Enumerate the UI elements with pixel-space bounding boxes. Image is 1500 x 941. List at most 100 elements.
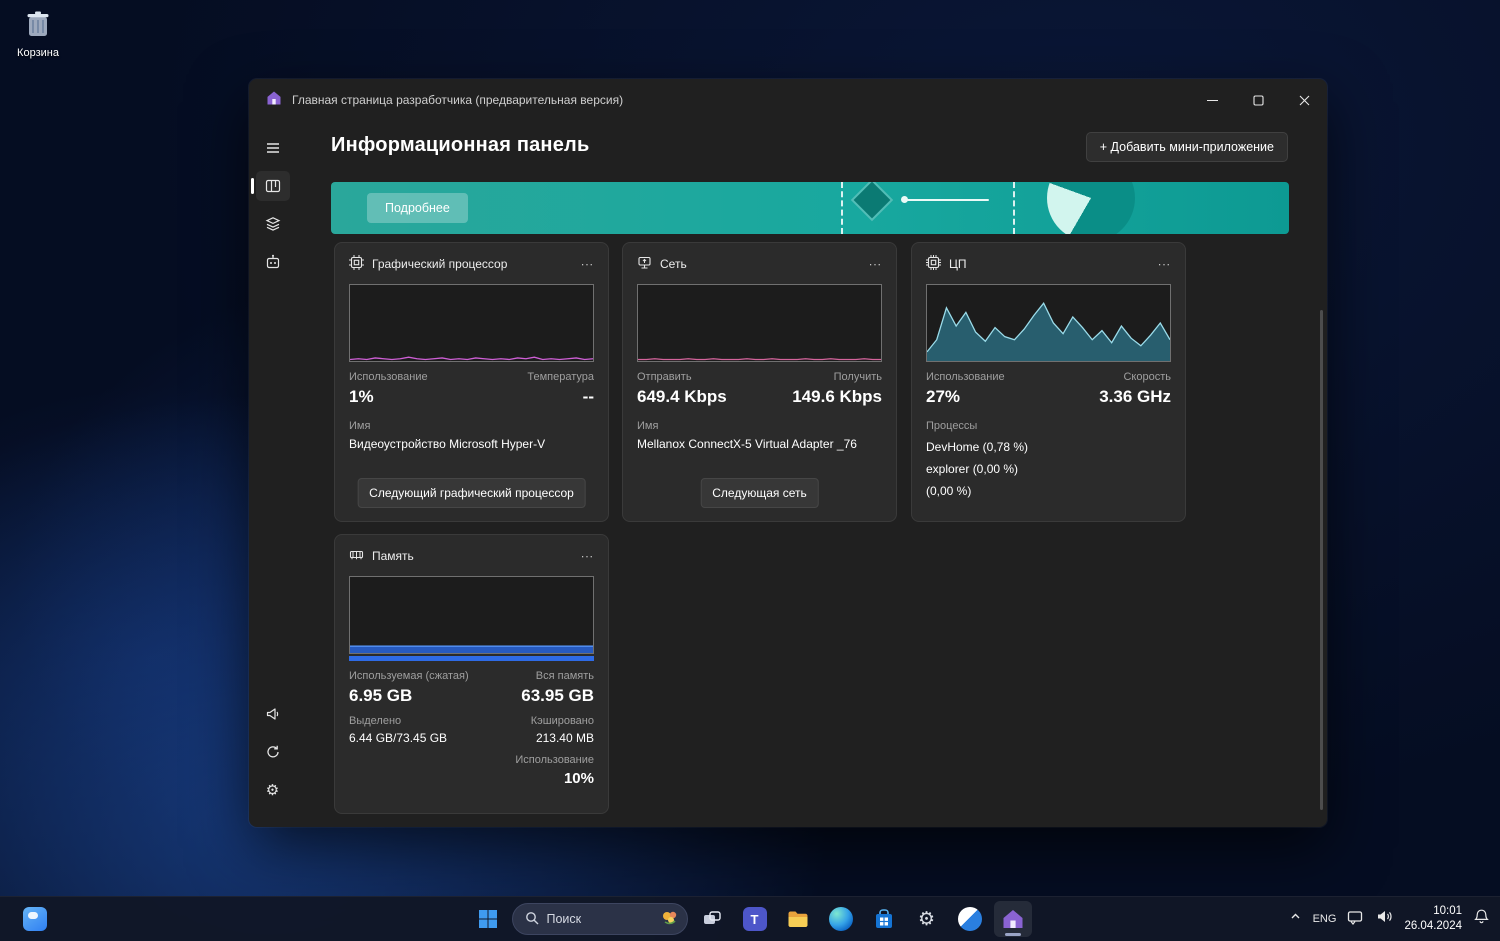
network-sparkline	[638, 285, 881, 361]
touch-keyboard-icon[interactable]	[1347, 909, 1365, 930]
windows-logo-icon	[478, 910, 497, 928]
tray-date: 26.04.2024	[1404, 920, 1462, 932]
widgets-button[interactable]	[16, 901, 54, 937]
app-button[interactable]	[951, 901, 989, 937]
sidebar-item-dashboard[interactable]	[250, 171, 290, 201]
memory-used-value: 6.95 GB	[349, 686, 413, 705]
language-indicator[interactable]: ENG	[1313, 913, 1337, 925]
desktop: { "desktop": { "recycle_bin_label": "Кор…	[0, 0, 1500, 941]
network-widget-title: Сеть	[660, 257, 687, 271]
network-recv-value: 149.6 Kbps	[792, 387, 882, 406]
banner-decoration-diamond	[853, 182, 891, 219]
cpu-process-item: explorer (0,00 %)	[926, 462, 1019, 476]
cpu-chart	[926, 284, 1171, 362]
network-more-menu-button[interactable]: ∙∙∙	[869, 258, 882, 270]
cpu-processes-label: Процессы	[926, 420, 978, 432]
next-network-button[interactable]: Следующая сеть	[700, 478, 819, 508]
settings-app-button[interactable]: ⚙	[908, 901, 946, 937]
task-view-icon	[703, 911, 721, 924]
network-chart	[637, 284, 882, 362]
gpu-name-label: Имя	[349, 420, 371, 432]
memory-icon	[349, 547, 364, 565]
cpu-process-item: (0,00 %)	[926, 484, 972, 498]
network-recv-label: Получить	[833, 371, 882, 383]
teams-icon: T	[742, 907, 767, 931]
details-button[interactable]: Подробнее	[367, 193, 468, 223]
settings-gear-icon: ⚙	[917, 908, 936, 930]
tray-time: 10:01	[1433, 905, 1462, 918]
teams-button[interactable]: T	[736, 901, 774, 937]
file-explorer-button[interactable]	[779, 901, 817, 937]
add-widget-button[interactable]: + Добавить мини-приложение	[1085, 132, 1288, 162]
network-widget: Сеть ∙∙∙ Отправить Получить 649.4 Kbps 1…	[622, 242, 897, 522]
search-seasonal-icon	[659, 907, 681, 932]
sidebar-item-extensions[interactable]	[256, 247, 290, 277]
banner-dashed-line	[1013, 182, 1015, 234]
cpu-more-menu-button[interactable]: ∙∙∙	[1158, 258, 1171, 270]
memory-total-value: 63.95 GB	[521, 686, 594, 705]
network-send-label: Отправить	[637, 371, 692, 383]
search-icon	[525, 911, 539, 928]
gpu-temp-value: --	[582, 387, 594, 406]
devhome-logo-icon	[266, 90, 282, 111]
settings-button[interactable]: ⚙	[256, 775, 290, 805]
gear-icon: ⚙	[265, 781, 280, 799]
search-placeholder: Поиск	[546, 912, 582, 926]
memory-cached-value: 213.40 MB	[535, 731, 594, 745]
memory-cached-label: Кэшировано	[530, 715, 594, 727]
memory-committed-label: Выделено	[349, 715, 402, 727]
promo-banner: Подробнее	[331, 182, 1289, 234]
taskbar-search[interactable]: Поиск	[511, 903, 688, 935]
task-view-button[interactable]	[693, 901, 731, 937]
folder-icon	[788, 911, 807, 927]
recycle-bin[interactable]: Корзина	[10, 8, 66, 59]
store-button[interactable]	[865, 901, 903, 937]
menu-button[interactable]	[256, 133, 290, 163]
maximize-button[interactable]	[1235, 79, 1281, 121]
close-button[interactable]	[1281, 79, 1327, 121]
edge-button[interactable]	[822, 901, 860, 937]
start-button[interactable]	[469, 901, 507, 937]
next-gpu-button[interactable]: Следующий графический процессор	[357, 478, 586, 508]
devhome-taskbar-button[interactable]	[993, 901, 1032, 937]
clock[interactable]: 10:01 26.04.2024	[1404, 904, 1462, 934]
widgets-icon	[23, 907, 47, 931]
memory-chart	[349, 576, 594, 654]
app-icon	[957, 907, 982, 931]
network-name-label: Имя	[637, 420, 659, 432]
taskbar: Поиск T ⚙ ENG 10:01 26.04.2024	[0, 896, 1500, 941]
memory-usage-bar	[349, 656, 594, 661]
notification-bell-icon[interactable]	[1473, 908, 1490, 930]
volume-icon[interactable]	[1376, 909, 1393, 929]
gpu-usage-label: Использование	[349, 371, 428, 383]
network-icon	[637, 255, 652, 273]
cpu-speed-label: Скорость	[1123, 371, 1171, 383]
cpu-usage-value: 27%	[926, 387, 961, 406]
feedback-button[interactable]	[256, 737, 290, 767]
vertical-scrollbar[interactable]	[1320, 310, 1323, 810]
store-icon	[875, 909, 892, 928]
memory-usage-value: 10%	[563, 770, 594, 787]
minimize-button[interactable]	[1189, 79, 1235, 121]
gpu-name-value: Видеоустройство Microsoft Hyper-V	[349, 437, 546, 451]
cpu-process-item: DevHome (0,78 %)	[926, 440, 1029, 454]
gpu-usage-value: 1%	[349, 387, 374, 406]
memory-usage-label: Использование	[515, 754, 594, 766]
hidden-icons-chevron[interactable]	[1289, 910, 1302, 928]
gpu-more-menu-button[interactable]: ∙∙∙	[581, 258, 594, 270]
announcements-button[interactable]	[256, 699, 290, 729]
cpu-widget-title: ЦП	[949, 257, 967, 271]
sidebar: ⚙	[249, 121, 296, 827]
gpu-widget-title: Графический процессор	[372, 257, 508, 271]
titlebar[interactable]: Главная страница разработчика (предварит…	[249, 79, 1327, 121]
sidebar-item-environments[interactable]	[256, 209, 290, 239]
banner-decoration-line	[907, 199, 989, 201]
cpu-usage-area-chart	[927, 285, 1170, 361]
memory-total-label: Вся память	[535, 670, 594, 682]
memory-committed-value: 6.44 GB/73.45 GB	[349, 731, 448, 745]
memory-more-menu-button[interactable]: ∙∙∙	[581, 550, 594, 562]
window-title: Главная страница разработчика (предварит…	[292, 93, 624, 107]
recycle-bin-icon	[22, 11, 54, 44]
cpu-usage-label: Использование	[926, 371, 1005, 383]
memory-widget: Память ∙∙∙ Используемая (сжатая) Вся пам…	[334, 534, 609, 814]
